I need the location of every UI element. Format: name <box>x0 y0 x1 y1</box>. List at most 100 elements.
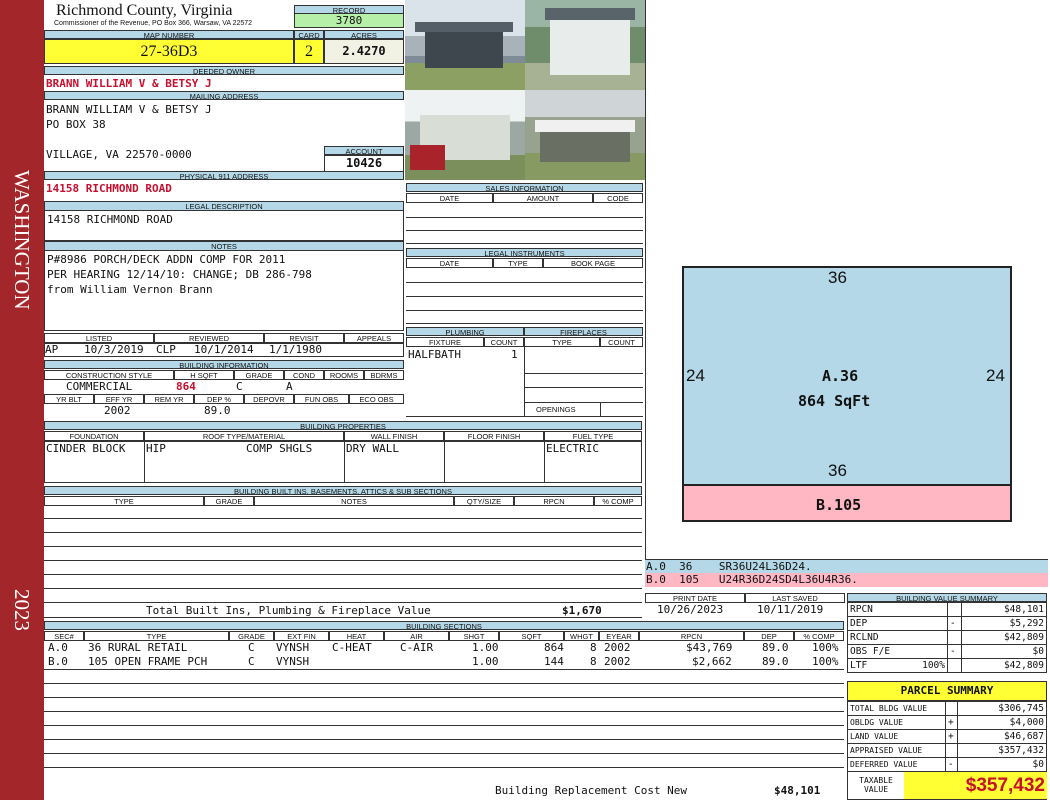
fuel-type: ELECTRIC <box>546 442 599 455</box>
depreciation-percent: 89.0 <box>204 404 231 417</box>
card-number: 2 <box>294 39 324 64</box>
building-sections-label: BUILDING SECTIONS <box>44 621 844 630</box>
sales-information-label: SALES INFORMATION <box>406 183 643 192</box>
plumbing-fireplaces: PLUMBING FIREPLACES FIXTURE COUNT TYPE C… <box>406 327 643 417</box>
reviewed-by: CLP <box>156 343 176 356</box>
notes-section: NOTES P#8986 PORCH/DECK ADDN COMP FOR 20… <box>44 241 404 331</box>
revisit-date: 1/1/1980 <box>269 343 322 356</box>
summary-ltf: $42,809 <box>961 658 1047 673</box>
listed-by: AP <box>45 343 59 356</box>
replacement-cost-label: Building Replacement Cost New <box>495 784 688 797</box>
property-photo-side <box>525 0 645 90</box>
building-grade: C <box>236 380 243 393</box>
total-building-value: $306,745 <box>957 701 1047 716</box>
sales-information: SALES INFORMATION DATE AMOUNT CODE <box>406 183 643 245</box>
property-photo-porch <box>525 90 645 180</box>
roof-material: COMP SHGLS <box>246 442 313 455</box>
account-label: ACCOUNT <box>324 146 404 155</box>
listing-history: LISTED REVIEWED REVISIT APPEALS AP 10/3/… <box>44 333 404 357</box>
acres-label: ACRES <box>324 30 404 39</box>
mailing-line-2: PO BOX 38 <box>46 118 106 131</box>
sketch-dim-top: 36 <box>828 268 847 287</box>
sketch-vector-a: A.0 36 SR36U24L36D24. <box>645 559 1048 573</box>
building-information-label: BUILDING INFORMATION <box>44 360 404 369</box>
owner-section: DEEDED OWNER BRANN WILLIAM V & BETSY J M… <box>44 66 404 176</box>
mailing-line-3: VILLAGE, VA 22570-0000 <box>46 148 192 161</box>
taxable-value-box: TAXABLE VALUE $357,432 <box>847 772 1047 800</box>
property-photo-rear <box>405 90 525 180</box>
legal-description-label: LEGAL DESCRIPTION <box>45 202 403 211</box>
revisit-label: REVISIT <box>264 333 344 343</box>
parcel-summary-label: PARCEL SUMMARY <box>847 681 1047 701</box>
appraised-value: $357,432 <box>957 743 1047 758</box>
record-number: 3780 <box>294 14 404 28</box>
parcel-summary: PARCEL SUMMARY TOTAL BLDG VALUE $306,745 … <box>847 681 1047 800</box>
record-box: RECORD 3780 <box>294 5 404 28</box>
acres-value: 2.4270 <box>324 39 404 64</box>
map-number-label: MAP NUMBER <box>44 30 294 39</box>
building-information: BUILDING INFORMATION CONSTRUCTION STYLE … <box>44 360 404 418</box>
summary-rclnd: $42,809 <box>961 630 1047 645</box>
note-line-1: P#8986 PORCH/DECK ADDN COMP FOR 2011 <box>47 253 286 266</box>
outbuilding-value: $4,000 <box>957 715 1047 730</box>
building-condition: A <box>286 380 293 393</box>
reviewed-label: REVIEWED <box>154 333 264 343</box>
wall-finish: DRY WALL <box>346 442 399 455</box>
map-number: 27-36D3 <box>44 39 294 64</box>
print-date: 10/26/2023 <box>657 603 724 616</box>
physical-address: 14158 RICHMOND ROAD <box>46 182 172 195</box>
built-ins-label: BUILDING BUILT INS, BASEMENTS, ATTICS & … <box>44 486 642 495</box>
card-label: CARD <box>294 30 324 39</box>
sketch-area: 36 36 24 24 A.36 864 SqFt B.105 <box>645 0 1048 560</box>
note-line-3: from William Vernon Brann <box>47 283 213 296</box>
building-built-ins: BUILDING BUILT INS, BASEMENTS, ATTICS & … <box>44 486 642 618</box>
commissioner-address: Commissioner of the Revenue, PO Box 366,… <box>54 20 253 27</box>
legal-instruments-label: LEGAL INSTRUMENTS <box>406 248 643 257</box>
value-summary-label: BUILDING VALUE SUMMARY <box>847 593 1047 602</box>
account-number: 10426 <box>324 155 404 172</box>
legal-instruments: LEGAL INSTRUMENTS DATE TYPE BOOK PAGE <box>406 248 643 324</box>
building-value-summary: BUILDING VALUE SUMMARY RPCN $48,101 DEP - $… <box>847 593 1047 673</box>
tax-year: 2023 <box>10 589 34 631</box>
listed-date: 10/3/2019 <box>84 343 144 356</box>
plumbing-label: PLUMBING <box>406 327 524 336</box>
notes-label: NOTES <box>45 242 403 251</box>
map-card-acres: MAP NUMBER 27-36D3 CARD 2 ACRES 2.4270 <box>44 30 404 66</box>
mailing-line-1: BRANN WILLIAM V & BETSY J <box>46 103 212 116</box>
mailing-address-label: MAILING ADDRESS <box>44 91 404 100</box>
taxable-value: $357,432 <box>904 772 1047 799</box>
building-properties-label: BUILDING PROPERTIES <box>44 421 642 430</box>
openings-label: OPENINGS <box>536 405 576 414</box>
legal-description: 14158 RICHMOND ROAD <box>47 213 173 226</box>
fireplaces-label: FIREPLACES <box>524 327 643 336</box>
physical-address-label: PHYSICAL 911 ADDRESS <box>44 171 404 180</box>
county-title: Richmond County, Virginia <box>56 2 233 19</box>
summary-rpcn: $48,101 <box>961 602 1047 617</box>
sketch-dim-left: 24 <box>686 366 705 385</box>
physical-address-section: PHYSICAL 911 ADDRESS 14158 RICHMOND ROAD <box>44 171 404 195</box>
plumbing-count: 1 <box>511 348 518 361</box>
note-line-2: PER HEARING 12/14/10: CHANGE; DB 286-798 <box>47 268 312 281</box>
replacement-cost: $48,101 <box>774 784 821 797</box>
sketch-area-a: 864 SqFt <box>798 392 871 410</box>
summary-dep: $5,292 <box>961 616 1047 631</box>
district-name: WASHINGTON <box>10 170 34 310</box>
listed-label: LISTED <box>44 333 154 343</box>
land-value: $46,687 <box>957 729 1047 744</box>
plumbing-fixture: HALFBATH <box>408 348 461 361</box>
heated-sqft: 864 <box>176 380 196 393</box>
deeded-owner-name: BRANN WILLIAM V & BETSY J <box>46 77 212 90</box>
building-properties: BUILDING PROPERTIES FOUNDATION ROOF TYPE… <box>44 421 642 483</box>
appeals-label: APPEALS <box>344 333 404 343</box>
building-sections: BUILDING SECTIONS SEC# TYPE GRADE EXT FI… <box>44 621 844 800</box>
built-ins-total-label: Total Built Ins, Plumbing & Fireplace Va… <box>146 604 431 617</box>
deferred-value: $0 <box>957 757 1047 772</box>
sketch-dim-right: 24 <box>986 366 1005 385</box>
sketch-vector-b: B.0 105 U24R36D24SD4L36U4R36. <box>645 573 1048 587</box>
table-row: B.0 105 OPEN FRAME PCH C VYNSH 1.00 144 … <box>48 655 839 668</box>
property-photo-front <box>405 0 525 90</box>
sketch-label-b: B.105 <box>816 496 862 514</box>
record-label: RECORD <box>294 5 404 14</box>
table-row: A.0 36 RURAL RETAIL C VYNSH C-HEAT C-AIR… <box>48 641 839 654</box>
foundation: CINDER BLOCK <box>46 442 126 455</box>
